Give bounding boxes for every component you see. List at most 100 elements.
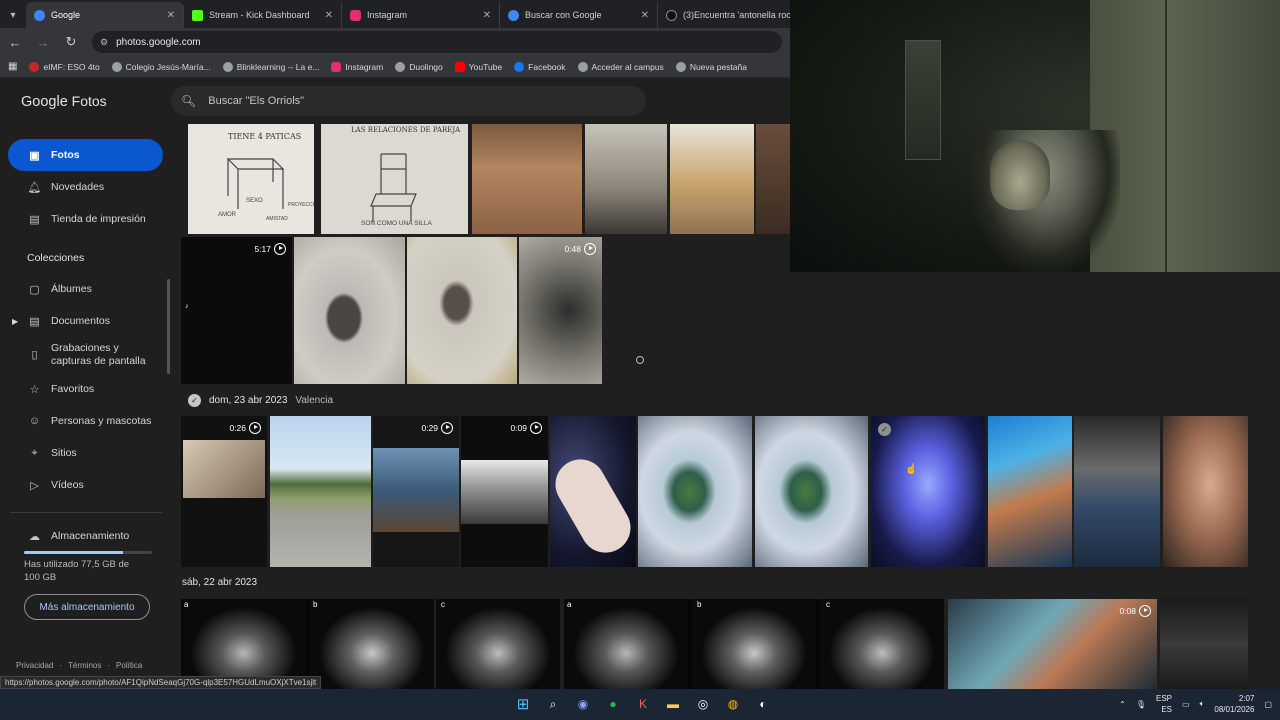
photo-thumbnail[interactable] [755, 416, 868, 567]
streamer-face [990, 140, 1050, 210]
browser-tab[interactable]: Instagram ✕ [342, 2, 500, 28]
video-thumbnail[interactable]: 0:29 [373, 416, 459, 567]
bookmark[interactable]: eIMF: ESO 4to [29, 61, 100, 72]
close-icon[interactable]: ✕ [483, 10, 491, 21]
day-header: ✓ dom, 23 abr 2023 Valencia [188, 394, 333, 407]
spotify-icon[interactable]: ● [602, 693, 624, 715]
obs-icon[interactable]: ◎ [692, 693, 714, 715]
photo-thumbnail[interactable] [670, 124, 754, 234]
face-icon: ☺ [28, 415, 41, 427]
site-info-icon[interactable]: ⚙ [100, 37, 108, 48]
file-explorer-icon[interactable]: ▬ [662, 693, 684, 715]
search-icon[interactable]: ⌕ [542, 693, 564, 715]
bookmark[interactable]: Instagram [331, 61, 383, 72]
volume-icon[interactable]: 🔈︎ [1200, 699, 1205, 709]
bookmark[interactable]: Colegio Jesús-María... [111, 61, 211, 72]
album-icon: ▢ [29, 283, 40, 296]
photo-thumbnail[interactable] [550, 416, 636, 567]
sidebar-item-novedades[interactable]: 🔔︎ Novedades [0, 171, 172, 203]
bookmark[interactable]: Nueva pestaña [675, 61, 747, 72]
browser-tab[interactable]: Buscar con Google ✕ [500, 2, 658, 28]
language-indicator[interactable]: ESP ES [1156, 693, 1172, 715]
photo-thumbnail[interactable] [472, 124, 582, 234]
photo-thumbnail[interactable]: LAS RELACIONES DE PAREJA SON COMO UNA SI… [321, 124, 468, 234]
photo-thumbnail[interactable] [1163, 416, 1248, 567]
photo-thumbnail[interactable]: ✓ ☝ [871, 416, 985, 567]
photo-thumbnail[interactable] [988, 416, 1072, 567]
photo-thumbnail[interactable] [638, 416, 752, 567]
sidebar-scrollbar[interactable] [167, 279, 170, 374]
browser-tab[interactable]: Stream - Kick Dashboard ✕ [184, 2, 342, 28]
sidebar-item-personas[interactable]: ☺ Personas y mascotas [0, 405, 172, 437]
bookmark[interactable]: YouTube [454, 61, 502, 72]
sidebar-item-favoritos[interactable]: ☆ Favoritos [0, 373, 172, 405]
bookmark[interactable]: Facebook [514, 61, 566, 72]
forward-icon[interactable]: → [36, 35, 50, 50]
windows-start-icon[interactable]: ⊞ [512, 693, 534, 715]
play-icon [441, 422, 453, 434]
browser-tab[interactable]: Google ✕ [26, 2, 184, 28]
sidebar-item-videos[interactable]: ▷ Vídeos [0, 469, 172, 501]
expand-arrow-icon[interactable]: ▶ [12, 317, 18, 326]
select-day-check-icon[interactable]: ✓ [188, 394, 201, 407]
notification-icon[interactable]: ▢ [1264, 700, 1272, 709]
close-icon[interactable]: ✕ [167, 10, 175, 21]
svg-text:AMISTAD: AMISTAD [266, 216, 288, 222]
steam-icon[interactable]: ◐ [752, 693, 774, 715]
video-thumbnail[interactable]: 0:26 [181, 416, 267, 567]
google-photos-logo[interactable]: Google Fotos [21, 93, 171, 110]
reload-icon[interactable]: ↻ [64, 34, 78, 50]
kick-app-icon[interactable]: K [632, 693, 654, 715]
photo-thumbnail[interactable] [756, 124, 790, 234]
cloud-icon: ☁ [29, 530, 40, 543]
video-thumbnail[interactable]: 0:48 [519, 237, 602, 384]
back-icon[interactable]: ← [8, 35, 22, 50]
apps-grid-icon[interactable]: ▦ [8, 61, 17, 72]
microphone-icon[interactable]: 🎙︎ [1136, 700, 1146, 709]
photo-thumbnail[interactable]: a b c [564, 599, 944, 689]
clock[interactable]: 2:07 08/01/2026 [1214, 693, 1254, 715]
photo-thumbnail[interactable]: c [436, 599, 560, 689]
kick-favicon-icon [192, 9, 203, 21]
photo-thumbnail[interactable] [294, 237, 405, 384]
search-icon: 🔍︎ [181, 94, 197, 108]
network-icon[interactable]: ▭ [1182, 700, 1190, 709]
hand-shape [550, 450, 636, 562]
policy-link[interactable]: Política [116, 661, 142, 670]
photo-thumbnail[interactable] [270, 416, 371, 567]
sidebar-item-grabaciones[interactable]: ▯ Grabaciones y capturas de pantalla [0, 337, 172, 373]
sidebar-item-albumes[interactable]: ▢ Álbumes [0, 273, 172, 305]
video-thumbnail[interactable]: 0:09 [461, 416, 548, 567]
address-bar[interactable]: ⚙ photos.google.com [92, 31, 782, 53]
terms-link[interactable]: Términos [68, 661, 101, 670]
video-thumbnail[interactable]: 0:08 [948, 599, 1157, 689]
search-input[interactable]: 🔍︎ Buscar "Els Orriols" [171, 86, 646, 116]
photo-thumbnail[interactable] [1074, 416, 1160, 567]
sidebar-item-fotos[interactable]: ▣ Fotos [8, 139, 163, 171]
select-photo-check-icon[interactable]: ✓ [878, 423, 891, 436]
discord-icon[interactable]: ◉ [572, 693, 594, 715]
video-thumbnail[interactable]: 5:17 ♪ [181, 237, 292, 384]
tab-search-button[interactable]: ▾ [0, 2, 26, 28]
chevron-up-icon[interactable]: ⌃ [1119, 700, 1126, 709]
play-icon [530, 422, 542, 434]
sidebar-item-almacenamiento[interactable]: ☁ Almacenamiento [0, 525, 172, 547]
bookmark[interactable]: Acceder al campus [577, 61, 664, 72]
video-thumbnail[interactable] [1160, 599, 1248, 689]
sidebar-item-tienda[interactable]: ▤ Tienda de impresión [0, 203, 172, 235]
sidebar-item-documentos[interactable]: ▶ ▤ Documentos [0, 305, 172, 337]
bookmark[interactable]: Duolingo [395, 61, 443, 72]
privacy-link[interactable]: Privacidad [16, 661, 53, 670]
instagram-favicon-icon [350, 9, 361, 21]
bookmark[interactable]: Blinklearning -- La e... [222, 61, 319, 72]
photo-thumbnail[interactable] [407, 237, 517, 384]
sidebar-item-sitios[interactable]: ⌖ Sitios [0, 437, 172, 469]
photo-thumbnail[interactable] [585, 124, 667, 234]
google-favicon-icon [34, 9, 45, 21]
close-icon[interactable]: ✕ [325, 10, 333, 21]
chrome-icon[interactable]: ◍ [722, 693, 744, 715]
photo-thumbnail[interactable]: TIENE 4 PATICAS AMORSEXOPROYECCIÓNAMISTA… [188, 124, 314, 234]
more-storage-button[interactable]: Más almacenamiento [24, 594, 150, 620]
close-icon[interactable]: ✕ [641, 10, 649, 21]
svg-text:SEXO: SEXO [246, 198, 263, 204]
